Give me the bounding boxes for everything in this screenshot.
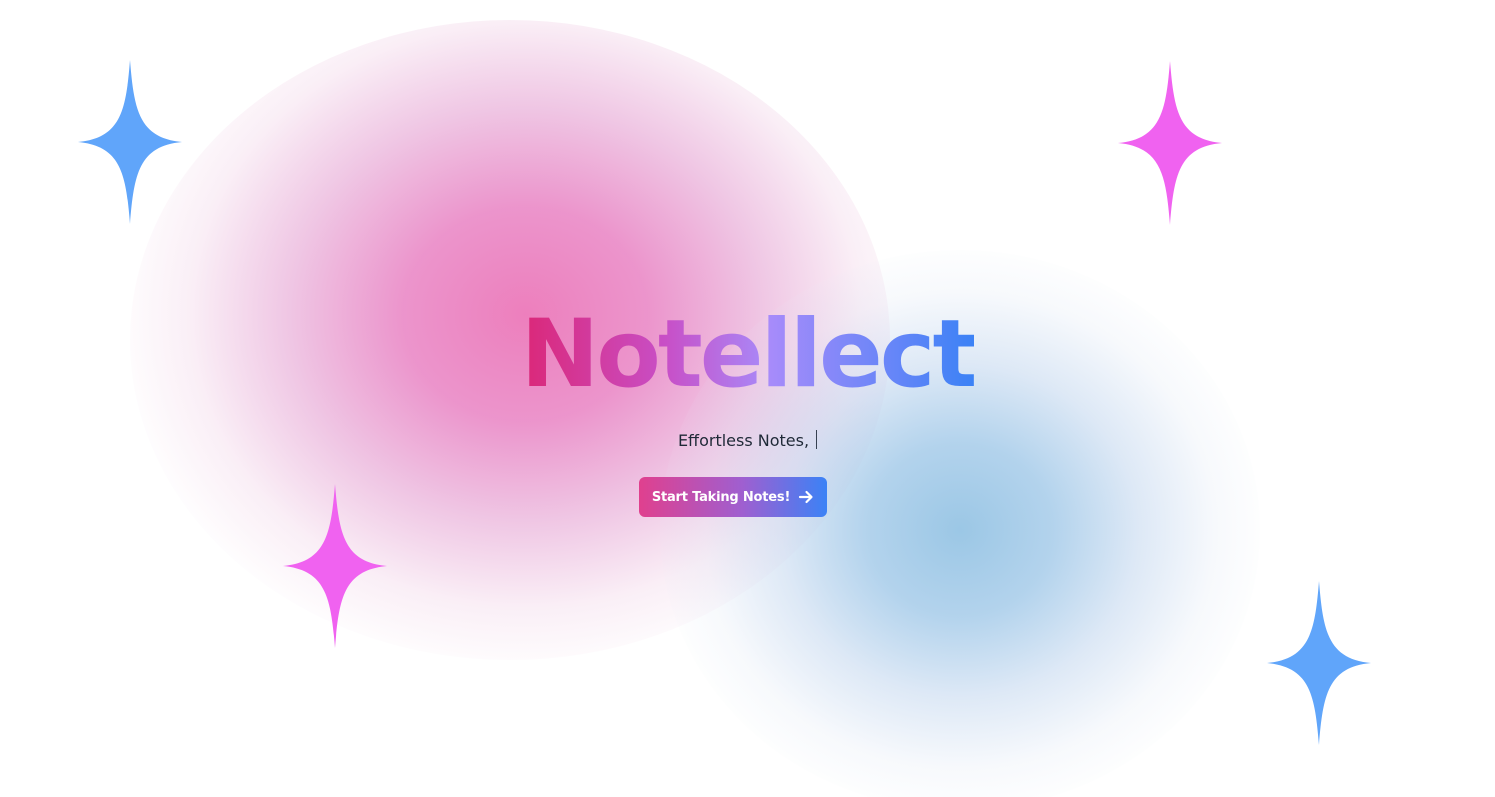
arrow-right-icon [799, 490, 813, 504]
tagline: Effortless Notes, [0, 430, 1495, 452]
start-taking-notes-button[interactable]: Start Taking Notes! [639, 477, 827, 517]
hero-section: Notellect Effortless Notes, Start Taking… [0, 0, 1495, 797]
tagline-text: Effortless Notes, [677, 431, 810, 450]
start-taking-notes-label: Start Taking Notes! [651, 489, 791, 505]
app-title: Notellect [0, 300, 1495, 410]
landing-page: Notellect Effortless Notes, Start Taking… [0, 0, 1495, 797]
app-title-text: Notellect [520, 300, 978, 409]
typing-cursor [816, 430, 818, 449]
